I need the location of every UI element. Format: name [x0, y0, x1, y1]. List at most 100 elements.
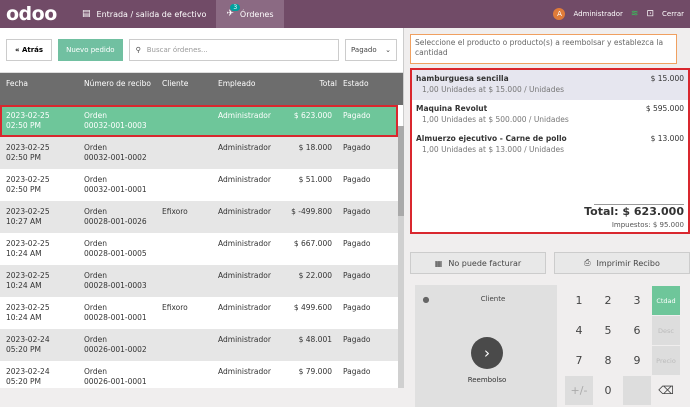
table-row[interactable]: 2023-02-24 05:20 PM Orden 00026-001-0001 A… — [0, 361, 398, 388]
printer-icon: ⎙ — [584, 258, 591, 267]
col-total: Total — [319, 79, 337, 88]
order-line[interactable]: Maquina Revolut $ 595.000 1,00 Unidades … — [412, 100, 688, 130]
row-time: 10:27 AM — [6, 217, 42, 226]
key-3[interactable]: 3 — [623, 286, 651, 315]
key-5[interactable]: 5 — [594, 316, 622, 345]
line-product: hamburguesa sencilla — [416, 74, 509, 83]
key-0[interactable]: 0 — [594, 376, 622, 405]
table-row[interactable]: 2023-02-25 10:24 AM Orden 00028-001-0005 A… — [0, 233, 398, 265]
key-4[interactable]: 4 — [565, 316, 593, 345]
row-date: 2023-02-25 — [6, 239, 50, 248]
table-row[interactable]: 2023-02-25 02:50 PM Orden 00032-001-0001 A… — [0, 169, 398, 201]
line-price: $ 595.000 — [645, 104, 684, 113]
back-button[interactable]: « Atrás — [6, 39, 53, 61]
key-9[interactable]: 9 — [623, 346, 651, 375]
table-row[interactable]: 2023-02-25 10:24 AM Orden 00028-001-0001 E… — [0, 297, 398, 329]
row-time: 02:50 PM — [6, 153, 41, 162]
row-employee: Administrador — [218, 111, 271, 120]
key-plus-minus[interactable]: +/- — [565, 376, 593, 405]
row-time: 10:24 AM — [6, 249, 42, 258]
status-filter[interactable]: Pagado ⌄ — [345, 39, 397, 61]
lock-icon[interactable]: ⊡ — [646, 9, 654, 19]
order-total: Total: $ 623.000 — [584, 205, 684, 218]
row-date: 2023-02-25 — [6, 207, 50, 216]
cash-in-out-button[interactable]: ▤ Entrada / salida de efectivo — [72, 0, 216, 28]
row-employee: Administrador — [218, 367, 271, 376]
row-order: Orden — [84, 207, 107, 216]
row-total: $ 79.000 — [298, 367, 332, 376]
row-date: 2023-02-25 — [6, 143, 50, 152]
user-name[interactable]: Administrador — [573, 10, 622, 18]
row-customer: Efixoro — [162, 303, 188, 312]
table-row[interactable]: 2023-02-25 10:27 AM Orden 00028-001-0026 E… — [0, 201, 398, 233]
print-label: Imprimir Recibo — [596, 258, 660, 268]
key-dot[interactable] — [623, 376, 651, 405]
filter-value: Pagado — [351, 46, 377, 54]
row-number: 00032-001-0003 — [84, 121, 147, 130]
wifi-icon: ≋ — [630, 9, 639, 19]
row-employee: Administrador — [218, 207, 271, 216]
search-placeholder: Buscar órdenes... — [146, 46, 208, 54]
key-6[interactable]: 6 — [623, 316, 651, 345]
orders-badge: 3 — [230, 4, 241, 11]
orders-scrollbar[interactable] — [398, 126, 404, 388]
user-avatar[interactable]: A — [553, 8, 566, 20]
table-row[interactable]: 2023-02-24 05:20 PM Orden 00026-001-0002 A… — [0, 329, 398, 361]
odoo-logo: odoo — [6, 3, 57, 25]
print-receipt-button[interactable]: ⎙ Imprimir Recibo — [554, 252, 690, 274]
row-number: 00028-001-0005 — [84, 249, 147, 258]
table-header: Fecha Número de recibo Cliente Empleado … — [0, 73, 403, 105]
row-time: 10:24 AM — [6, 281, 42, 290]
row-order: Orden — [84, 239, 107, 248]
col-estado: Estado — [343, 79, 369, 88]
table-body: 2023-02-25 02:50 PM Orden 00032-001-0003 A… — [0, 105, 398, 388]
row-order: Orden — [84, 111, 107, 120]
row-total: $ 499.600 — [293, 303, 332, 312]
row-order: Orden — [84, 303, 107, 312]
row-employee: Administrador — [218, 303, 271, 312]
row-total: $ 667.000 — [293, 239, 332, 248]
refund-button[interactable]: › — [471, 337, 503, 369]
orders-button[interactable]: ✈ 3 Órdenes — [216, 0, 284, 28]
row-number: 00032-001-0001 — [84, 185, 147, 194]
row-status: Pagado — [343, 111, 371, 120]
row-status: Pagado — [343, 175, 371, 184]
key-1[interactable]: 1 — [565, 286, 593, 315]
top-bar: odoo ▤ Entrada / salida de efectivo ✈ 3 … — [0, 0, 690, 28]
customer-button[interactable]: ● Cliente — [419, 289, 553, 309]
mode-quantity[interactable]: Ctdad — [652, 286, 680, 315]
table-row[interactable]: 2023-02-25 10:24 AM Orden 00028-001-0003 A… — [0, 265, 398, 297]
row-date: 2023-02-24 — [6, 367, 50, 376]
refund-label: Reembolso — [467, 376, 507, 384]
row-total: $ 51.000 — [298, 175, 332, 184]
key-7[interactable]: 7 — [565, 346, 593, 375]
invoice-button[interactable]: ▦ No puede facturar — [410, 252, 546, 274]
chevron-right-icon: › — [484, 344, 490, 362]
scrollbar-thumb[interactable] — [398, 126, 404, 216]
refund-instructions: Seleccione el producto o producto(s) a r… — [410, 34, 677, 64]
order-line[interactable]: hamburguesa sencilla $ 15.000 1,00 Unida… — [412, 70, 688, 100]
table-row[interactable]: 2023-02-25 02:50 PM Orden 00032-001-0003 A… — [0, 105, 398, 137]
key-2[interactable]: 2 — [594, 286, 622, 315]
mode-price[interactable]: Precio — [652, 346, 680, 375]
new-order-button[interactable]: Nuevo pedido — [58, 39, 123, 61]
col-numero: Número de recibo — [84, 79, 152, 88]
close-button[interactable]: Cerrar — [662, 10, 684, 18]
mode-discount[interactable]: Desc — [652, 316, 680, 345]
row-date: 2023-02-25 — [6, 175, 50, 184]
search-icon: ⚲ — [135, 46, 141, 54]
cash-icon: ▤ — [82, 9, 91, 19]
order-line[interactable]: Almuerzo ejecutivo - Carne de pollo $ 13… — [412, 130, 688, 160]
search-input[interactable]: ⚲ Buscar órdenes... — [128, 39, 339, 61]
row-number: 00026-001-0002 — [84, 345, 147, 354]
row-employee: Administrador — [218, 239, 271, 248]
backspace-icon[interactable]: ⌫ — [652, 376, 680, 405]
row-date: 2023-02-25 — [6, 303, 50, 312]
orders-panel: « Atrás Nuevo pedido ⚲ Buscar órdenes...… — [0, 28, 404, 388]
orders-label: Órdenes — [239, 9, 274, 19]
line-price: $ 15.000 — [650, 74, 684, 83]
row-time: 10:24 AM — [6, 313, 42, 322]
table-row[interactable]: 2023-02-25 02:50 PM Orden 00032-001-0002 A… — [0, 137, 398, 169]
key-8[interactable]: 8 — [594, 346, 622, 375]
line-price: $ 13.000 — [650, 134, 684, 143]
